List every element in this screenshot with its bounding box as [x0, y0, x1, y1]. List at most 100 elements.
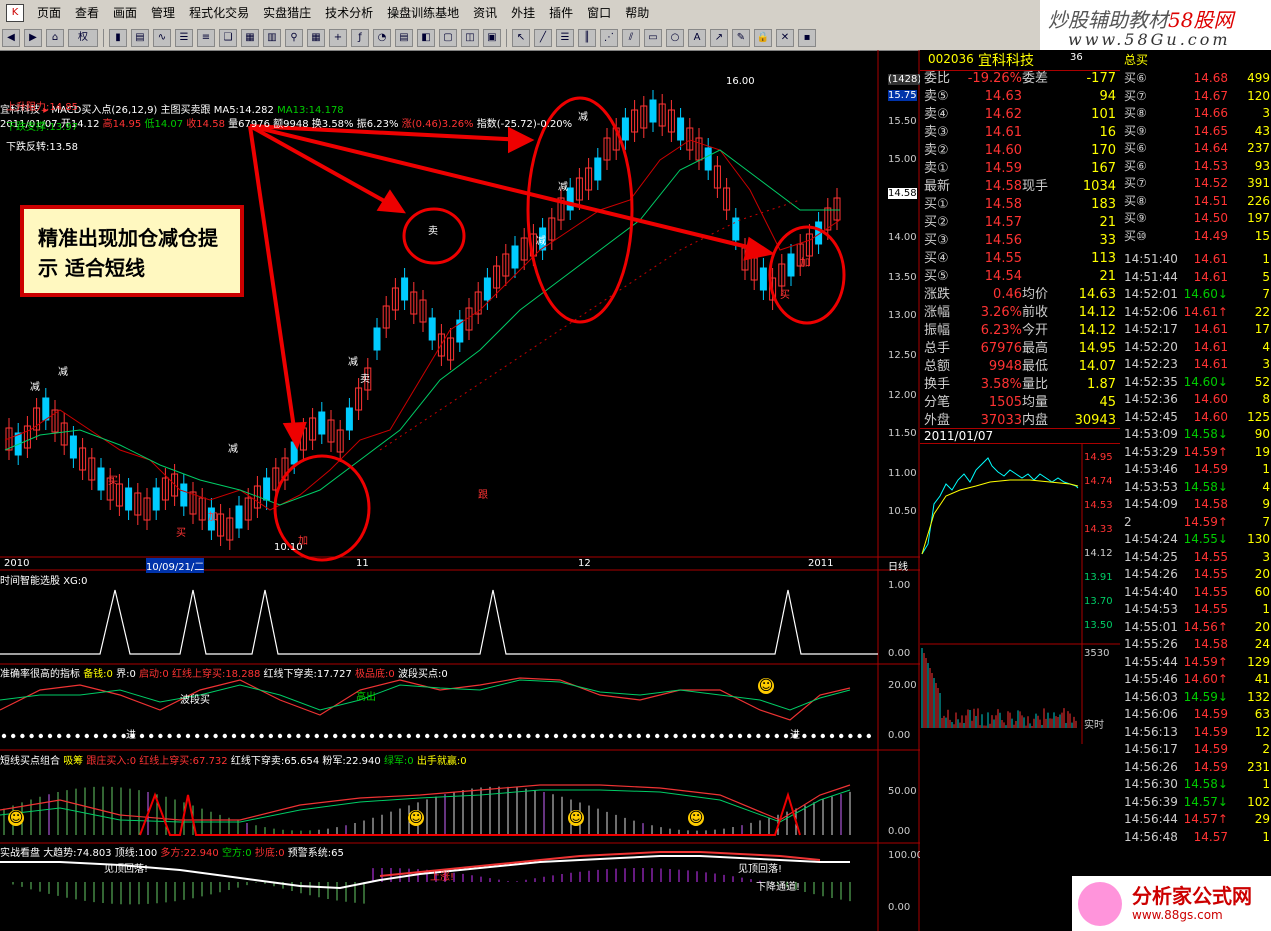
menu-item[interactable]: 实盘猎庄 — [256, 0, 318, 26]
menu-item[interactable]: 插件 — [542, 0, 580, 26]
stat-row[interactable]: 涨跌 0.46 均价 14.63 — [922, 286, 1118, 304]
text-tool-icon[interactable]: A — [688, 29, 706, 47]
bid-row[interactable]: 买③ 14.56 33 — [922, 232, 1118, 250]
tick-row[interactable]: 14:54:53 14.55 1 — [1122, 601, 1270, 618]
tick-row[interactable]: 14:56:30 14.58↓ 1 — [1122, 776, 1270, 793]
circle-tool-icon[interactable]: ○ — [666, 29, 684, 47]
window-icon[interactable]: ▢ — [439, 29, 457, 47]
tick-row[interactable]: 14:52:45 14.60 125 — [1122, 409, 1270, 426]
tick-row[interactable]: 14:54:40 14.55 60 — [1122, 584, 1270, 601]
app-icon[interactable]: K — [6, 4, 24, 22]
period-label[interactable]: 日线 — [888, 558, 908, 573]
forward-icon[interactable]: ▶ — [24, 29, 42, 47]
tick-row[interactable]: 14:56:48 14.57 1 — [1122, 829, 1270, 846]
stat-row[interactable]: 振幅 6.23% 今开 14.12 — [922, 322, 1118, 340]
period-select[interactable]: 权 — [68, 29, 98, 47]
bid-row[interactable]: 买② 14.57 21 — [922, 214, 1118, 232]
webi-row[interactable]: 委比 -19.26% 委差 -177 — [922, 70, 1118, 88]
menu-item[interactable]: 程式化交易 — [182, 0, 256, 26]
tick-row[interactable]: 14:55:46 14.60↑ 41 — [1122, 671, 1270, 688]
stat-row[interactable]: 分笔 1505 均量 45 — [922, 394, 1118, 412]
depth-row[interactable]: 买⑨ 14.65 43 — [1122, 123, 1270, 140]
back-icon[interactable]: ◀ — [2, 29, 20, 47]
formula-icon[interactable]: ƒ — [351, 29, 369, 47]
tick-row[interactable]: 14:52:17 14.61 17 — [1122, 321, 1270, 338]
fan-tool-icon[interactable]: ⋰ — [600, 29, 618, 47]
menu-item[interactable]: 窗口 — [580, 0, 618, 26]
tick-row[interactable]: 14:56:26 14.59 231 — [1122, 759, 1270, 776]
tile-icon[interactable]: ▣ — [483, 29, 501, 47]
menu-item[interactable]: 帮助 — [618, 0, 656, 26]
rect-tool-icon[interactable]: ▭ — [644, 29, 662, 47]
depth-row[interactable]: 买⑥ 14.53 93 — [1122, 158, 1270, 175]
depth-row[interactable]: 买⑥ 14.68 499 — [1122, 70, 1270, 87]
report-icon[interactable]: ☰ — [175, 29, 193, 47]
tick-row[interactable]: 2 14.59↑ 7 — [1122, 514, 1270, 531]
menu-item[interactable]: 操盘训练基地 — [380, 0, 466, 26]
stat-row[interactable]: 总额 9948 最低 14.07 — [922, 358, 1118, 376]
home-icon[interactable]: ⌂ — [46, 29, 64, 47]
tick-row[interactable]: 14:56:06 14.59 63 — [1122, 706, 1270, 723]
intraday-chart[interactable] — [920, 444, 1120, 744]
ask-row[interactable]: 卖⑤ 14.63 94 — [922, 88, 1118, 106]
kline-icon[interactable]: ▮ — [109, 29, 127, 47]
tick-row[interactable]: 14:53:46 14.59 1 — [1122, 461, 1270, 478]
bid-row[interactable]: 买④ 14.55 113 — [922, 250, 1118, 268]
delete-icon[interactable]: ✕ — [776, 29, 794, 47]
menu-item[interactable]: 画面 — [106, 0, 144, 26]
tick-row[interactable]: 14:52:36 14.60 8 — [1122, 391, 1270, 408]
depth-row[interactable]: 买⑦ 14.67 120 — [1122, 88, 1270, 105]
tick-row[interactable]: 14:54:09 14.58 9 — [1122, 496, 1270, 513]
tick-row[interactable]: 14:56:44 14.57↑ 29 — [1122, 811, 1270, 828]
tick-row[interactable]: 14:54:26 14.55 20 — [1122, 566, 1270, 583]
list-icon[interactable]: ≡ — [197, 29, 215, 47]
ask-row[interactable]: 卖④ 14.62 101 — [922, 106, 1118, 124]
menu-item[interactable]: 技术分析 — [318, 0, 380, 26]
split-icon[interactable]: ◫ — [461, 29, 479, 47]
save-icon[interactable]: ▪ — [798, 29, 816, 47]
tick-row[interactable]: 14:54:24 14.55↓ 130 — [1122, 531, 1270, 548]
tick-row[interactable]: 14:52:23 14.61 3 — [1122, 356, 1270, 373]
tick-row[interactable]: 14:51:40 14.61 1 — [1122, 251, 1270, 268]
tick-row[interactable]: 14:53:29 14.59↑ 19 — [1122, 444, 1270, 461]
menu-item[interactable]: 查看 — [68, 0, 106, 26]
tick-row[interactable]: 14:56:39 14.57↓ 102 — [1122, 794, 1270, 811]
tick-row[interactable]: 14:56:13 14.59 12 — [1122, 724, 1270, 741]
stat-row[interactable]: 换手 3.58% 量比 1.87 — [922, 376, 1118, 394]
tick-row[interactable]: 14:55:44 14.59↑ 129 — [1122, 654, 1270, 671]
cursor-icon[interactable]: ↖ — [512, 29, 530, 47]
bid-row[interactable]: 买① 14.58 183 — [922, 196, 1118, 214]
hline-tool-icon[interactable]: ☰ — [556, 29, 574, 47]
tick-row[interactable]: 14:52:35 14.60↓ 52 — [1122, 374, 1270, 391]
chart-svg[interactable] — [0, 50, 920, 931]
depth-row[interactable]: 买⑥ 14.64 237 — [1122, 140, 1270, 157]
kline-chart[interactable]: 宜科科技 ▸ MACD买入点(26,12,9) 主图买卖跟 MA5:14.282… — [0, 50, 920, 931]
tick-row[interactable]: 14:54:25 14.55 3 — [1122, 549, 1270, 566]
stat-row[interactable]: 总手 67976 最高 14.95 — [922, 340, 1118, 358]
vline-tool-icon[interactable]: ║ — [578, 29, 596, 47]
calc-icon[interactable]: ▦ — [241, 29, 259, 47]
lock-icon[interactable]: 🔒 — [754, 29, 772, 47]
chart-icon[interactable]: ▥ — [263, 29, 281, 47]
menu-item[interactable]: 资讯 — [466, 0, 504, 26]
arrow-tool-icon[interactable]: ↗ — [710, 29, 728, 47]
tick-row[interactable]: 14:55:01 14.56↑ 20 — [1122, 619, 1270, 636]
stat-row[interactable]: 涨幅 3.26% 前收 14.12 — [922, 304, 1118, 322]
pie-icon[interactable]: ◔ — [373, 29, 391, 47]
f10-icon[interactable]: ▤ — [131, 29, 149, 47]
ask-row[interactable]: 卖① 14.59 167 — [922, 160, 1118, 178]
bid-row[interactable]: 买⑤ 14.54 21 — [922, 268, 1118, 286]
depth-row[interactable]: 买⑧ 14.51 226 — [1122, 193, 1270, 210]
tick-row[interactable]: 14:56:17 14.59 2 — [1122, 741, 1270, 758]
menu-item[interactable]: 管理 — [144, 0, 182, 26]
tick-row[interactable]: 14:55:26 14.58 24 — [1122, 636, 1270, 653]
ask-row[interactable]: 卖③ 14.61 16 — [922, 124, 1118, 142]
book-icon[interactable]: ❑ — [219, 29, 237, 47]
depth-row[interactable]: 买⑦ 14.52 391 — [1122, 175, 1270, 192]
mini-realtime-label[interactable]: 实时 — [1084, 716, 1104, 731]
tick-row[interactable]: 14:56:03 14.59↓ 132 — [1122, 689, 1270, 706]
grid-icon[interactable]: ▦ — [307, 29, 325, 47]
tick-row[interactable]: 14:51:44 14.61 5 — [1122, 269, 1270, 286]
tick-row[interactable]: 14:52:20 14.61 4 — [1122, 339, 1270, 356]
depth-row[interactable]: 买⑧ 14.66 3 — [1122, 105, 1270, 122]
